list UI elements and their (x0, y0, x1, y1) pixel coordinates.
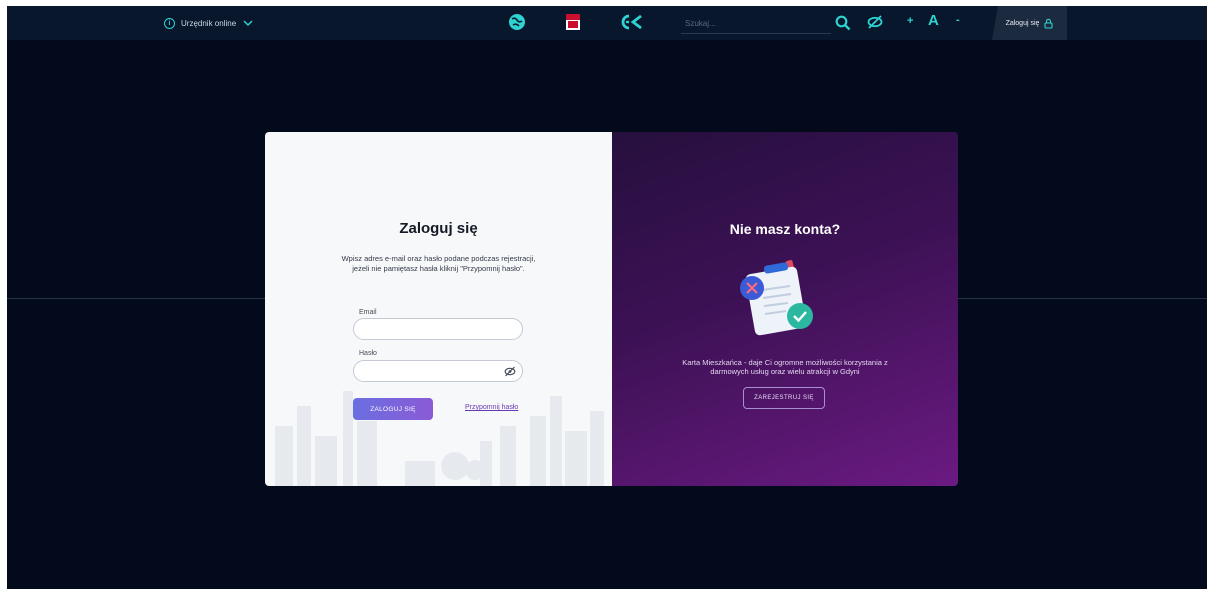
register-button[interactable]: ZAREJESTRUJ SIĘ (743, 387, 825, 409)
email-field[interactable] (353, 318, 523, 341)
password-field[interactable] (353, 360, 523, 383)
email-label: Email (359, 309, 377, 316)
officer-online-menu[interactable]: i Urzędnik online (164, 15, 254, 31)
login-tab-label: Zaloguj się (1005, 19, 1040, 27)
search-icon[interactable] (835, 15, 851, 31)
register-panel: Nie masz konta? Karta Mieszkańca - daje … (612, 132, 958, 486)
top-bar: i Urzędnik online Szukaj... + A - Zalogu… (7, 6, 1207, 40)
city-crest-icon[interactable] (565, 13, 581, 31)
show-password-icon[interactable] (504, 366, 516, 377)
city-skyline-illustration (275, 391, 604, 486)
document-checklist-illustration (740, 260, 813, 336)
login-tab-button[interactable]: Zaloguj się (992, 6, 1067, 40)
password-label: Hasło (359, 350, 377, 357)
register-title: Nie masz konta? (729, 221, 841, 237)
login-submit-button[interactable]: ZALOGUJ SIĘ (353, 398, 433, 420)
lock-icon (1044, 18, 1053, 29)
email-input[interactable] (364, 319, 508, 341)
gk-logo-icon[interactable] (619, 13, 643, 31)
register-description: Karta Mieszkańca - daje Ci ogromne możli… (682, 358, 888, 376)
login-title: Zaloguj się (399, 220, 478, 237)
font-increase-button[interactable]: + (907, 15, 913, 27)
officer-online-label: Urzędnik online (181, 18, 237, 28)
chevron-down-icon (243, 20, 253, 27)
info-icon: i (164, 17, 175, 29)
globe-logo-icon[interactable] (508, 13, 526, 31)
font-size-button[interactable]: A (928, 12, 939, 29)
search-input[interactable] (681, 13, 839, 34)
login-panel: Zaloguj się Wpisz adres e-mail oraz hasł… (265, 132, 612, 486)
login-description: Wpisz adres e-mail oraz hasło podane pod… (341, 254, 536, 273)
password-input[interactable] (364, 361, 508, 383)
font-decrease-button[interactable]: - (956, 14, 960, 26)
search-field[interactable] (681, 13, 839, 34)
app-frame: i Urzędnik online Szukaj... + A - Zalogu… (7, 6, 1207, 589)
high-contrast-icon[interactable] (867, 15, 883, 29)
remind-password-link[interactable]: Przypomnij hasło (465, 404, 518, 411)
